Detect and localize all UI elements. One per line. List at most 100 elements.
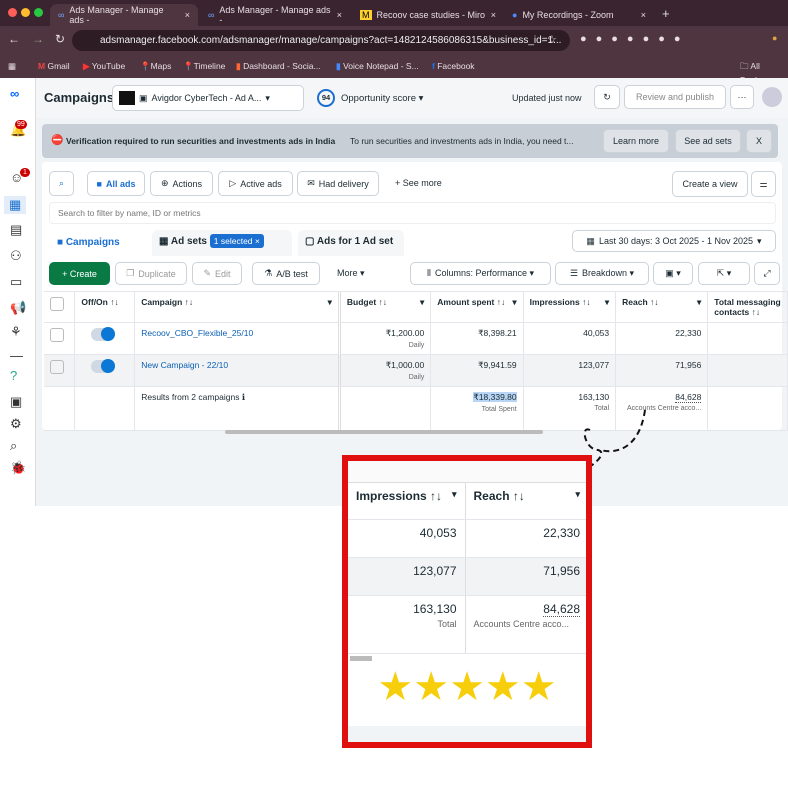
- bookmark-gmail[interactable]: M Gmail: [38, 61, 70, 71]
- filter-had-delivery[interactable]: ✉ Had delivery: [297, 171, 379, 196]
- tab-miro[interactable]: M Recoov case studies - Miro ×: [352, 4, 504, 26]
- close-tab-icon[interactable]: ×: [185, 10, 190, 20]
- account-selector[interactable]: ▣ Avigdor CyberTech - Ad A... ▾: [112, 85, 304, 111]
- filter-actions[interactable]: ⊕ Actions: [150, 171, 213, 196]
- export-dropdown[interactable]: ⇱ ▾: [698, 262, 750, 285]
- filter-all-ads[interactable]: ■ All ads: [87, 171, 145, 196]
- profile-avatar[interactable]: ●: [772, 33, 777, 43]
- bookmark-timeline[interactable]: 📍Timeline: [183, 61, 225, 72]
- campaigns-grid-icon[interactable]: ▦: [4, 196, 27, 214]
- columns-dropdown[interactable]: ⦀ Columns: Performance ▾: [410, 262, 551, 285]
- see-ad-sets-button[interactable]: See ad sets: [675, 129, 741, 153]
- ab-test-button[interactable]: ⚗ A/B test: [252, 262, 320, 285]
- header-off-on[interactable]: Off/On ↑↓: [74, 291, 136, 323]
- create-button[interactable]: + Create: [49, 262, 110, 285]
- close-tab-icon[interactable]: ×: [641, 10, 646, 20]
- row-checkbox[interactable]: [50, 360, 64, 374]
- header-budget[interactable]: Budget ↑↓ ▾: [337, 291, 432, 323]
- header-amount-spent[interactable]: Amount spent ↑↓ ▾: [430, 291, 524, 323]
- megaphone-icon[interactable]: 📢: [10, 300, 26, 316]
- tab-zoom[interactable]: ● My Recordings - Zoom ×: [504, 4, 654, 26]
- search-filter-input[interactable]: [49, 202, 776, 224]
- close-window-icon[interactable]: [8, 8, 17, 17]
- campaign-toggle[interactable]: [91, 359, 116, 373]
- bookmark-dashboard[interactable]: ▮ Dashboard - Socia...: [236, 61, 321, 72]
- zoomed-highlight-box: Impressions ↑↓ ▾ Reach ↑↓ ▾ 40,053 22,330 …: [342, 455, 592, 748]
- row-checkbox[interactable]: [50, 328, 64, 342]
- bookmark-maps[interactable]: 📍Maps: [140, 61, 171, 72]
- close-banner-button[interactable]: X: [746, 129, 772, 153]
- campaign-name-link[interactable]: New Campaign - 22/10: [134, 354, 340, 387]
- apps-icon[interactable]: ▦: [8, 61, 16, 72]
- header-campaign[interactable]: Campaign ↑↓ ▾: [134, 291, 340, 323]
- campaign-name-link[interactable]: Recoov_CBO_Flexible_25/10: [134, 322, 340, 355]
- tab-ads[interactable]: ▢ Ads for 1 Ad set: [298, 230, 404, 256]
- table-header-row: Off/On ↑↓ Campaign ↑↓ ▾ Budget ↑↓ ▾ Amount…: [44, 291, 788, 323]
- edit-button[interactable]: ✎ Edit: [192, 262, 242, 285]
- bookmark-voice-notepad[interactable]: ▮ Voice Notepad - S...: [336, 61, 419, 72]
- user-avatar[interactable]: [762, 87, 782, 107]
- tab-ads-manager-1[interactable]: ∞ Ads Manager - Manage ads - ×: [50, 4, 198, 26]
- campaigns-table: Off/On ↑↓ Campaign ↑↓ ▾ Budget ↑↓ ▾ Amount…: [44, 291, 788, 431]
- duplicate-button[interactable]: ❐ Duplicate: [115, 262, 187, 285]
- learn-more-button[interactable]: Learn more: [603, 129, 669, 153]
- tab-ad-sets[interactable]: ▦ Ad sets 1 selected ×: [152, 230, 292, 256]
- zoom-header-impressions: Impressions ↑↓ ▾: [348, 483, 466, 520]
- pages-icon[interactable]: ▤: [10, 222, 22, 238]
- business-icon[interactable]: ⚘: [10, 324, 22, 340]
- tab-ads-manager-2[interactable]: ∞ Ads Manager - Manage ads - ×: [200, 4, 350, 26]
- forward-icon[interactable]: →: [32, 32, 44, 46]
- help-icon[interactable]: ?: [10, 368, 17, 383]
- more-dropdown[interactable]: More ▾: [337, 268, 365, 279]
- audiences-icon[interactable]: ⚇: [10, 248, 22, 264]
- campaign-toggle[interactable]: [91, 327, 116, 341]
- browser-tab-bar: ∞ Ads Manager - Manage ads - × ∞ Ads Manage…: [0, 0, 788, 26]
- filter-active-ads[interactable]: ▷ Active ads: [218, 171, 293, 196]
- extensions-icons[interactable]: ●●●●●●●: [580, 33, 690, 45]
- chart-toggle-icon[interactable]: ⤢: [754, 262, 780, 285]
- review-publish-button[interactable]: Review and publish: [624, 85, 726, 109]
- tab-campaigns[interactable]: ■ Campaigns: [49, 230, 147, 258]
- reports-dropdown[interactable]: ▣ ▾: [653, 262, 693, 285]
- billing-icon[interactable]: ▭: [10, 274, 22, 290]
- search-icon[interactable]: ⌕: [10, 438, 17, 454]
- close-tab-icon[interactable]: ×: [491, 10, 496, 20]
- selected-chip[interactable]: 1 selected ×: [209, 234, 264, 248]
- bookmark-facebook[interactable]: f Facebook: [432, 61, 475, 71]
- close-tab-icon[interactable]: ×: [337, 10, 342, 20]
- info-icon[interactable]: ℹ: [242, 392, 245, 402]
- bookmark-star-icon[interactable]: ☆: [547, 33, 557, 46]
- header-messaging-contacts[interactable]: Total messaging contacts ↑↓: [707, 291, 788, 323]
- amount-spent: ₹8,398.21: [430, 322, 524, 355]
- create-view-button[interactable]: Create a view: [672, 171, 748, 197]
- horizontal-scrollbar[interactable]: [225, 430, 543, 434]
- minimize-window-icon[interactable]: [21, 8, 30, 17]
- opportunity-score-badge[interactable]: 94: [317, 89, 335, 107]
- more-options-button[interactable]: ···: [730, 85, 754, 109]
- date-range-picker[interactable]: ▦ Last 30 days: 3 Oct 2025 - 1 Nov 2025 ▾: [572, 230, 776, 252]
- header-reach[interactable]: Reach ↑↓ ▾: [615, 291, 709, 323]
- search-button[interactable]: ⌕: [49, 171, 74, 196]
- verification-banner: ⛔ Verification required to run securitie…: [42, 124, 778, 158]
- ad-icon: ▢: [305, 236, 315, 247]
- bug-report-icon[interactable]: 🐞: [10, 460, 26, 476]
- reload-icon[interactable]: ↻: [55, 32, 65, 46]
- settings-icon[interactable]: ⚙: [10, 416, 22, 432]
- app-header: Campaigns ▣ Avigdor CyberTech - Ad A... ▾ …: [36, 78, 788, 118]
- breakdown-dropdown[interactable]: ☰ Breakdown ▾: [555, 262, 649, 285]
- refresh-button[interactable]: ↻: [594, 85, 620, 109]
- left-sidebar: ∞ 🔔 99 ☺ 1 ▦ ▤ ⚇ ▭ 📢 ⚘ — ? ▣ ⚙ ⌕ 🐞: [0, 78, 36, 506]
- reports-icon[interactable]: ▣: [10, 394, 22, 410]
- bookmark-youtube[interactable]: ▶ YouTube: [83, 61, 125, 72]
- meta-logo-icon[interactable]: ∞: [10, 86, 19, 101]
- select-all-checkbox[interactable]: [50, 297, 64, 311]
- opportunity-score-dropdown[interactable]: Opportunity score ▾: [341, 93, 423, 104]
- see-more-filters[interactable]: + See more: [395, 178, 442, 188]
- url-input[interactable]: adsmanager.facebook.com/adsmanager/manag…: [72, 30, 570, 51]
- new-tab-button[interactable]: +: [662, 6, 670, 21]
- maximize-window-icon[interactable]: [34, 8, 43, 17]
- header-impressions[interactable]: Impressions ↑↓ ▾: [523, 291, 617, 323]
- back-icon[interactable]: ←: [8, 32, 20, 46]
- actions-icon: ⊕: [160, 178, 169, 188]
- filter-settings-icon[interactable]: ⚌: [751, 171, 776, 197]
